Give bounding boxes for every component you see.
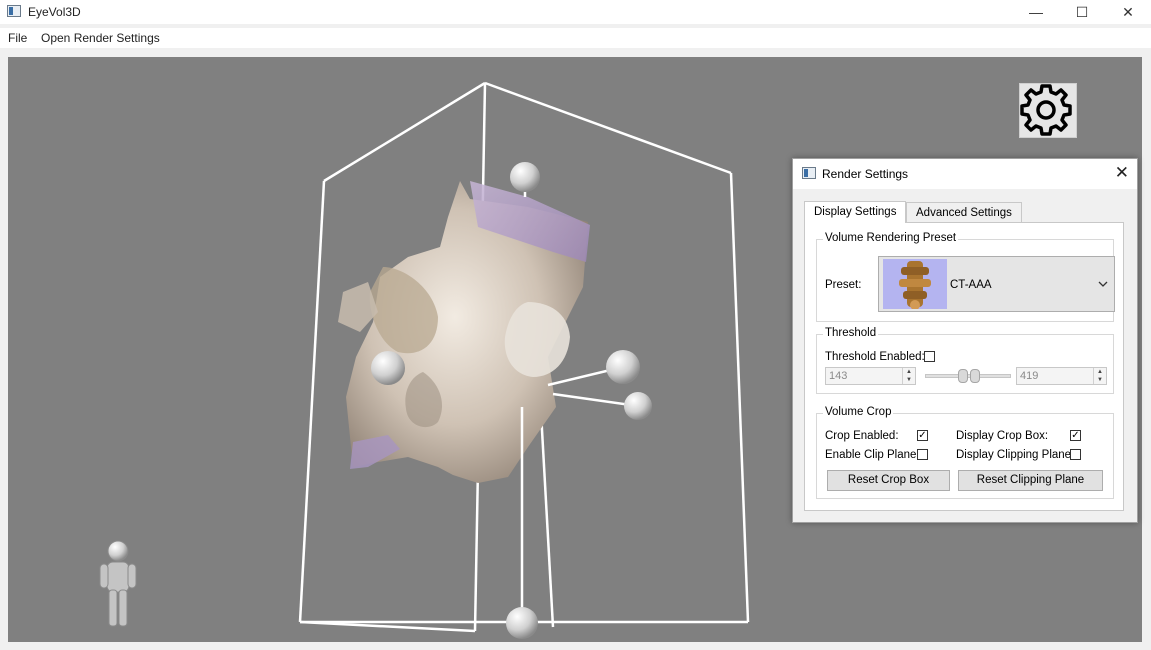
reset-clipping-plane-button[interactable]: Reset Clipping Plane <box>958 470 1103 491</box>
crop-enabled-checkbox[interactable]: ✓ <box>917 430 928 441</box>
checkmark-icon: ✓ <box>918 429 927 441</box>
menu-open-render-settings[interactable]: Open Render Settings <box>41 31 160 45</box>
tab-display-settings[interactable]: Display Settings <box>804 201 907 223</box>
orientation-figure-icon <box>99 540 137 627</box>
render-settings-dialog: Render Settings ✕ Display Settings Advan… <box>792 158 1138 523</box>
tab-advanced-settings[interactable]: Advanced Settings <box>906 202 1022 222</box>
crop-handle-left[interactable] <box>371 351 405 385</box>
enable-clip-plane-label: Enable Clip Plane: <box>825 449 920 461</box>
display-crop-box-label: Display Crop Box: <box>956 430 1049 442</box>
display-clipping-plane-label: Display Clipping Plane: <box>956 449 1075 461</box>
slider-handle-min[interactable] <box>958 369 968 383</box>
dialog-close-button[interactable]: ✕ <box>1115 163 1129 183</box>
reset-crop-box-button[interactable]: Reset Crop Box <box>827 470 950 491</box>
preset-label: Preset: <box>825 279 862 291</box>
preset-value: CT-AAA <box>950 279 992 291</box>
menu-file[interactable]: File <box>8 31 27 45</box>
crop-handle-top[interactable] <box>510 162 540 192</box>
volume-crop-group: Volume Crop Crop Enabled: ✓ Display Crop… <box>816 406 1114 499</box>
threshold-group: Threshold Threshold Enabled: 143 ▲ ▼ 419 … <box>816 327 1114 394</box>
minimize-button[interactable]: — <box>1013 0 1059 24</box>
crop-handle-bottom[interactable] <box>506 607 538 639</box>
gear-icon <box>1020 84 1072 136</box>
threshold-range-slider[interactable] <box>925 367 1011 385</box>
threshold-enabled-checkbox[interactable] <box>924 351 935 362</box>
open-settings-button[interactable] <box>1019 83 1077 138</box>
preset-dropdown[interactable]: CT-AAA <box>878 256 1115 312</box>
crop-handle-right-lower[interactable] <box>624 392 652 420</box>
checkmark-icon: ✓ <box>1071 429 1080 441</box>
menu-bar: File Open Render Settings <box>0 28 1151 48</box>
threshold-min-value: 143 <box>829 370 848 382</box>
close-button[interactable]: ✕ <box>1105 0 1151 24</box>
threshold-min-spinbox[interactable]: 143 ▲ ▼ <box>825 367 916 385</box>
spin-arrows-icon[interactable]: ▲ ▼ <box>1093 368 1106 384</box>
app-icon <box>7 5 21 17</box>
crop-handle-right-upper[interactable] <box>606 350 640 384</box>
window-title: EyeVol3D <box>28 5 81 19</box>
preset-group: Volume Rendering Preset Preset: CT-AAA <box>816 232 1115 322</box>
volume-crop-group-title: Volume Crop <box>823 406 894 418</box>
spin-arrows-icon[interactable]: ▲ ▼ <box>902 368 915 384</box>
display-crop-box-checkbox[interactable]: ✓ <box>1070 430 1081 441</box>
close-icon: ✕ <box>1122 3 1134 20</box>
preset-group-title: Volume Rendering Preset <box>823 232 959 244</box>
dialog-title: Render Settings <box>822 167 909 181</box>
enable-clip-plane-checkbox[interactable] <box>917 449 928 460</box>
chevron-down-icon <box>1098 281 1108 287</box>
crop-enabled-label: Crop Enabled: <box>825 430 899 442</box>
maximize-button[interactable]: ☐ <box>1059 0 1105 24</box>
maximize-icon: ☐ <box>1075 3 1089 20</box>
preset-thumbnail <box>883 259 947 309</box>
dialog-titlebar: Render Settings ✕ <box>793 159 1137 189</box>
display-clipping-plane-checkbox[interactable] <box>1070 449 1081 460</box>
minimize-icon: — <box>1029 4 1043 20</box>
dialog-app-icon <box>802 167 816 179</box>
volume-rendering <box>338 181 590 483</box>
display-settings-pane: Volume Rendering Preset Preset: CT-AAA T… <box>804 222 1124 511</box>
threshold-enabled-label: Threshold Enabled: <box>825 351 925 363</box>
threshold-group-title: Threshold <box>823 327 879 339</box>
threshold-max-value: 419 <box>1020 370 1039 382</box>
window-titlebar: EyeVol3D — ☐ ✕ <box>0 0 1151 24</box>
slider-handle-max[interactable] <box>970 369 980 383</box>
threshold-max-spinbox[interactable]: 419 ▲ ▼ <box>1016 367 1107 385</box>
